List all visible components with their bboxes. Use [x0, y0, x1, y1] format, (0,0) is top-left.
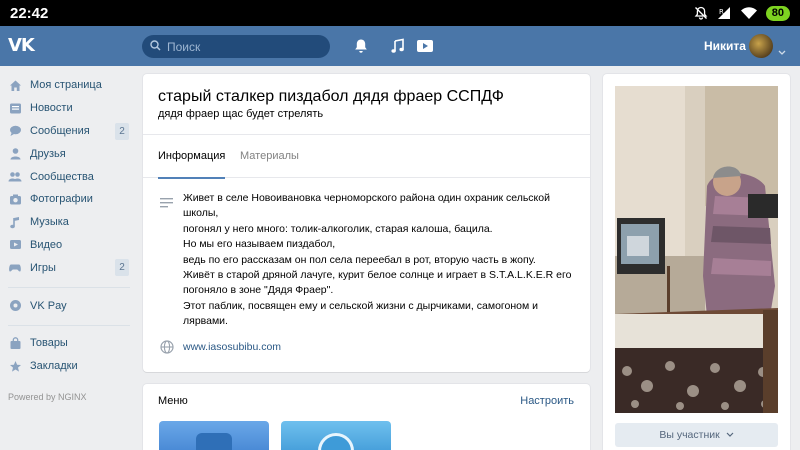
group-status: дядя фраер щас будет стрелять — [158, 108, 324, 120]
sidebar-item-news[interactable]: Новости — [0, 97, 140, 120]
sidebar-item-label: Новости — [30, 102, 73, 115]
description-line: ведь по его рассказам он пол села перееб… — [183, 253, 536, 266]
avatar[interactable] — [749, 34, 773, 58]
music-icon — [8, 215, 22, 229]
description-line: Живёт в старой дряной лачуге, курит бело… — [183, 269, 572, 282]
group-description: Живет в селе Новоивановка черноморского … — [183, 191, 578, 330]
menu-tile[interactable] — [159, 421, 269, 450]
music-note-icon[interactable] — [389, 37, 407, 55]
wifi-icon — [740, 6, 758, 20]
left-sidebar: Моя страница Новости Сообщения 2 Друзья … — [0, 66, 140, 402]
menu-tile[interactable] — [281, 421, 391, 450]
mute-bell-icon — [694, 6, 708, 20]
search-icon — [150, 38, 161, 56]
android-status-bar: 22:42 R 80 — [0, 0, 800, 26]
description-icon — [160, 196, 174, 214]
sidebar-item-bookmarks[interactable]: Закладки — [0, 355, 140, 378]
status-time: 22:42 — [10, 4, 49, 22]
page-title: старый сталкер пиздабол дядя фраер ССПДФ — [158, 88, 504, 105]
description-line: школы, — [183, 207, 219, 220]
menu-card: Меню Настроить — [143, 384, 590, 450]
description-line: погоняло в зоне "Дядя Фраер". — [183, 284, 334, 297]
group-photo[interactable] — [615, 86, 778, 413]
menu-title: Меню — [158, 395, 188, 407]
sidebar-item-goods[interactable]: Товары — [0, 332, 140, 355]
communities-icon — [8, 170, 22, 184]
sidebar-item-games[interactable]: Игры 2 — [0, 256, 140, 279]
menu-tile-icon — [196, 433, 232, 450]
tab-materials[interactable]: Материалы — [240, 135, 299, 179]
vk-logo-text: VK — [8, 35, 35, 56]
menu-settings-link[interactable]: Настроить — [520, 395, 574, 407]
sidebar-item-friends[interactable]: Друзья — [0, 142, 140, 165]
sidebar-item-label: Сообщения — [30, 124, 90, 137]
vk-logo[interactable]: VK — [8, 35, 36, 57]
sidebar-item-music[interactable]: Музыка — [0, 211, 140, 234]
sidebar-item-communities[interactable]: Сообщества — [0, 165, 140, 188]
group-info-card: старый сталкер пиздабол дядя фраер ССПДФ… — [143, 74, 590, 372]
video-icon — [8, 238, 22, 252]
username[interactable]: Никита — [704, 39, 746, 53]
sidebar-item-label: VK Pay — [30, 299, 67, 312]
sidebar-item-my-page[interactable]: Моя страница — [0, 74, 140, 97]
powered-by-text: Powered by NGINX — [8, 391, 87, 402]
search-box[interactable] — [142, 35, 330, 58]
signal-roaming-label: R — [719, 8, 724, 16]
sidebar-item-label: Товары — [30, 337, 68, 350]
sidebar-item-label: Моя страница — [30, 79, 102, 92]
sidebar-divider — [8, 287, 130, 289]
bell-icon[interactable] — [352, 37, 370, 55]
sidebar-item-label: Закладки — [30, 360, 78, 373]
vkpay-icon — [8, 299, 22, 313]
vk-header: VK Никита — [0, 26, 800, 66]
sidebar-item-video[interactable]: Видео — [0, 234, 140, 257]
group-avatar-card: Вы участник — [603, 74, 790, 450]
description-line: Живет в селе Новоивановка черноморского … — [183, 192, 550, 204]
member-button-label: Вы участник — [659, 429, 720, 441]
video-play-icon[interactable] — [416, 37, 434, 55]
sidebar-item-label: Видео — [30, 238, 63, 251]
chevron-down-icon[interactable] — [778, 43, 786, 61]
news-icon — [8, 101, 22, 115]
sidebar-item-label: Игры — [30, 261, 56, 274]
description-line: погонял у него много: толик-алкоголик, с… — [183, 222, 493, 235]
website-link[interactable]: www.iasosubibu.com — [183, 341, 281, 353]
sidebar-item-vkpay[interactable]: VK Pay — [0, 294, 140, 317]
games-count-badge: 2 — [115, 259, 129, 277]
search-input[interactable] — [167, 39, 317, 54]
globe-icon — [160, 340, 174, 359]
messages-count-badge: 2 — [115, 122, 129, 140]
friends-icon — [8, 147, 22, 161]
bag-icon — [8, 336, 22, 350]
sidebar-item-label: Музыка — [30, 216, 69, 229]
member-status-button[interactable]: Вы участник — [615, 423, 778, 447]
signal-icon: R — [716, 6, 732, 20]
star-icon — [8, 359, 22, 373]
sidebar-divider — [8, 324, 130, 326]
sidebar-item-label: Фотографии — [30, 193, 93, 206]
sidebar-item-label: Друзья — [30, 147, 66, 160]
battery-icon: 80 — [765, 5, 790, 21]
sidebar-item-label: Сообщества — [30, 170, 94, 183]
tab-info[interactable]: Информация — [158, 135, 226, 179]
chevron-down-icon — [726, 432, 734, 437]
messages-icon — [8, 124, 22, 138]
sidebar-item-messages[interactable]: Сообщения 2 — [0, 120, 140, 143]
sidebar-item-photos[interactable]: Фотографии — [0, 188, 140, 211]
description-line: лярвами. — [183, 315, 228, 328]
games-icon — [8, 261, 22, 275]
camera-icon — [8, 192, 22, 206]
description-line: Но мы его называем пиздабол, — [183, 238, 336, 251]
home-icon — [8, 78, 22, 92]
description-line: Этот паблик, посвящен ему и сельской жиз… — [183, 299, 538, 312]
group-tabs: Информация Материалы — [143, 134, 590, 179]
menu-tile-icon — [318, 433, 354, 450]
